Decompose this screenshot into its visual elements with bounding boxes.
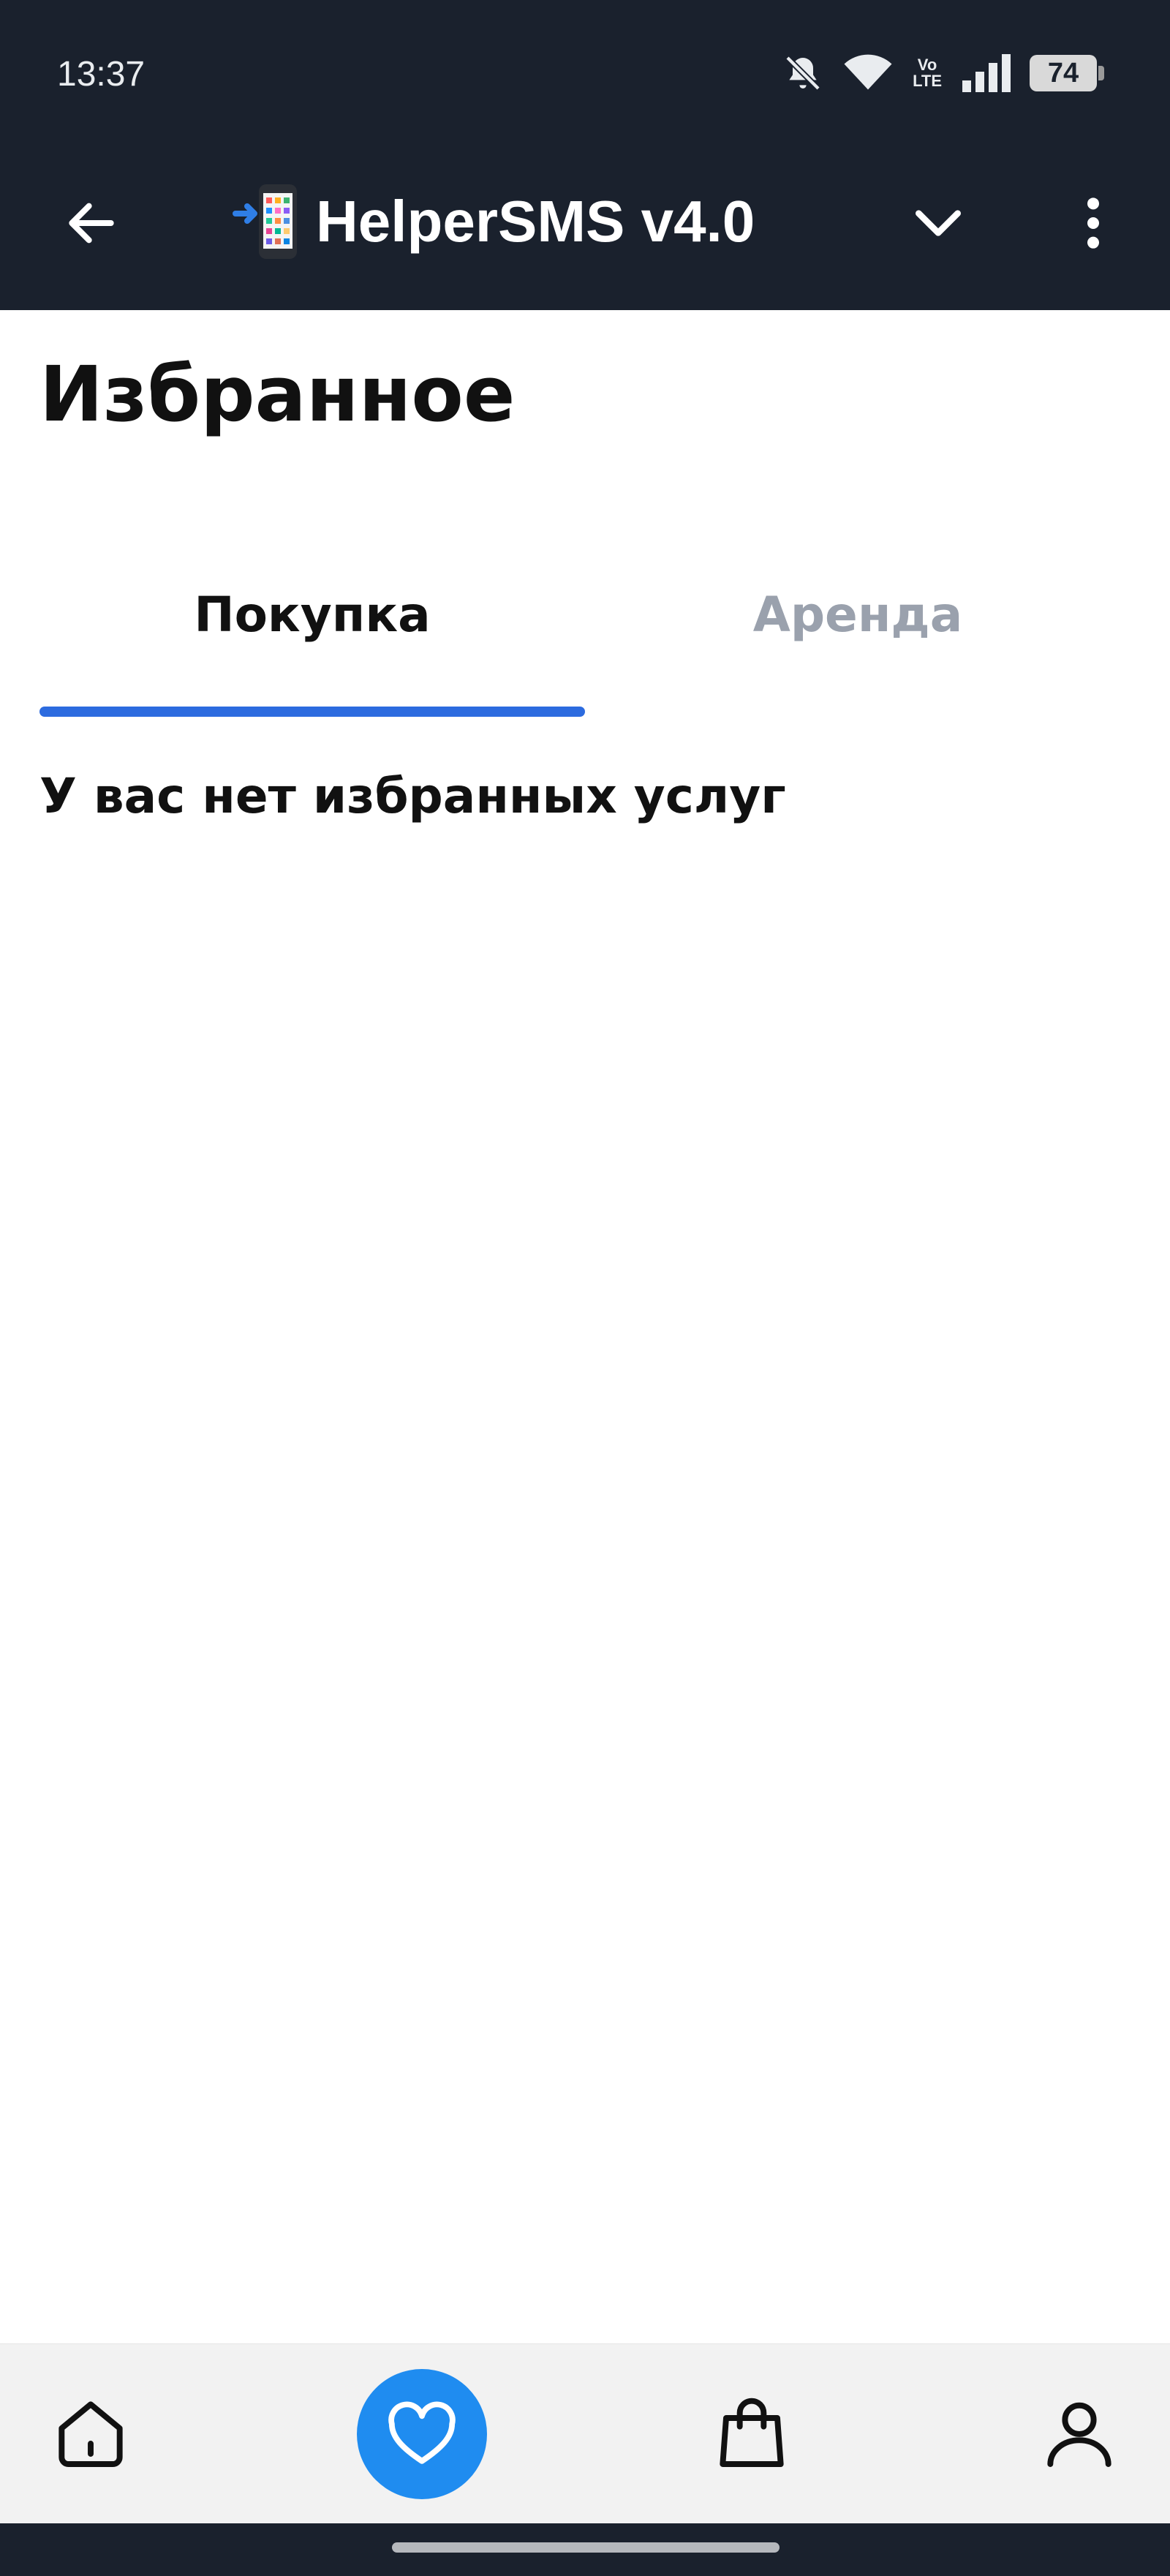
gesture-handle[interactable] xyxy=(392,2542,780,2553)
more-vertical-icon xyxy=(1087,197,1099,249)
active-tab-indicator xyxy=(39,707,585,717)
nav-profile-button[interactable] xyxy=(1014,2368,1145,2499)
nav-home-button[interactable] xyxy=(25,2368,156,2499)
system-gesture-area xyxy=(0,2523,1170,2576)
app-title-text: HelperSMS v4.0 xyxy=(316,189,755,254)
battery-icon: 74 xyxy=(1030,55,1104,91)
home-icon xyxy=(58,2401,123,2467)
volte-icon: Vo LTE xyxy=(913,57,942,89)
tab-purchase[interactable]: Покупка xyxy=(39,570,585,658)
app-title: HelperSMS v4.0 xyxy=(233,181,755,262)
heart-icon xyxy=(388,2401,456,2464)
tab-rent[interactable]: Аренда xyxy=(585,570,1131,658)
chevron-down-icon xyxy=(916,210,961,236)
more-options-button[interactable] xyxy=(1053,183,1133,263)
user-icon xyxy=(1047,2402,1112,2467)
status-icons: Vo LTE 74 xyxy=(782,51,1104,95)
phone-arrow-emoji-icon xyxy=(233,181,303,262)
dropdown-button[interactable] xyxy=(898,183,978,263)
tabs: Покупка Аренда xyxy=(39,570,1131,717)
empty-state-message: У вас нет избранных услуг xyxy=(39,768,786,824)
volte-top-label: Vo xyxy=(917,56,937,74)
signal-icon xyxy=(961,53,1011,94)
shopping-bag-icon xyxy=(720,2398,784,2467)
nav-shop-button[interactable] xyxy=(686,2368,818,2499)
bell-muted-icon xyxy=(782,53,823,94)
nav-favorites-button[interactable] xyxy=(357,2369,487,2499)
wifi-icon xyxy=(842,53,894,94)
volte-bottom-label: LTE xyxy=(913,72,942,90)
back-button[interactable] xyxy=(51,183,132,263)
page-title: Избранное xyxy=(39,350,516,439)
status-bar: 13:37 Vo LTE 74 xyxy=(0,0,1170,146)
status-time: 13:37 xyxy=(57,55,146,94)
app-bar: HelperSMS v4.0 xyxy=(0,146,1170,310)
bottom-nav xyxy=(0,2343,1170,2524)
back-arrow-icon xyxy=(69,203,114,244)
